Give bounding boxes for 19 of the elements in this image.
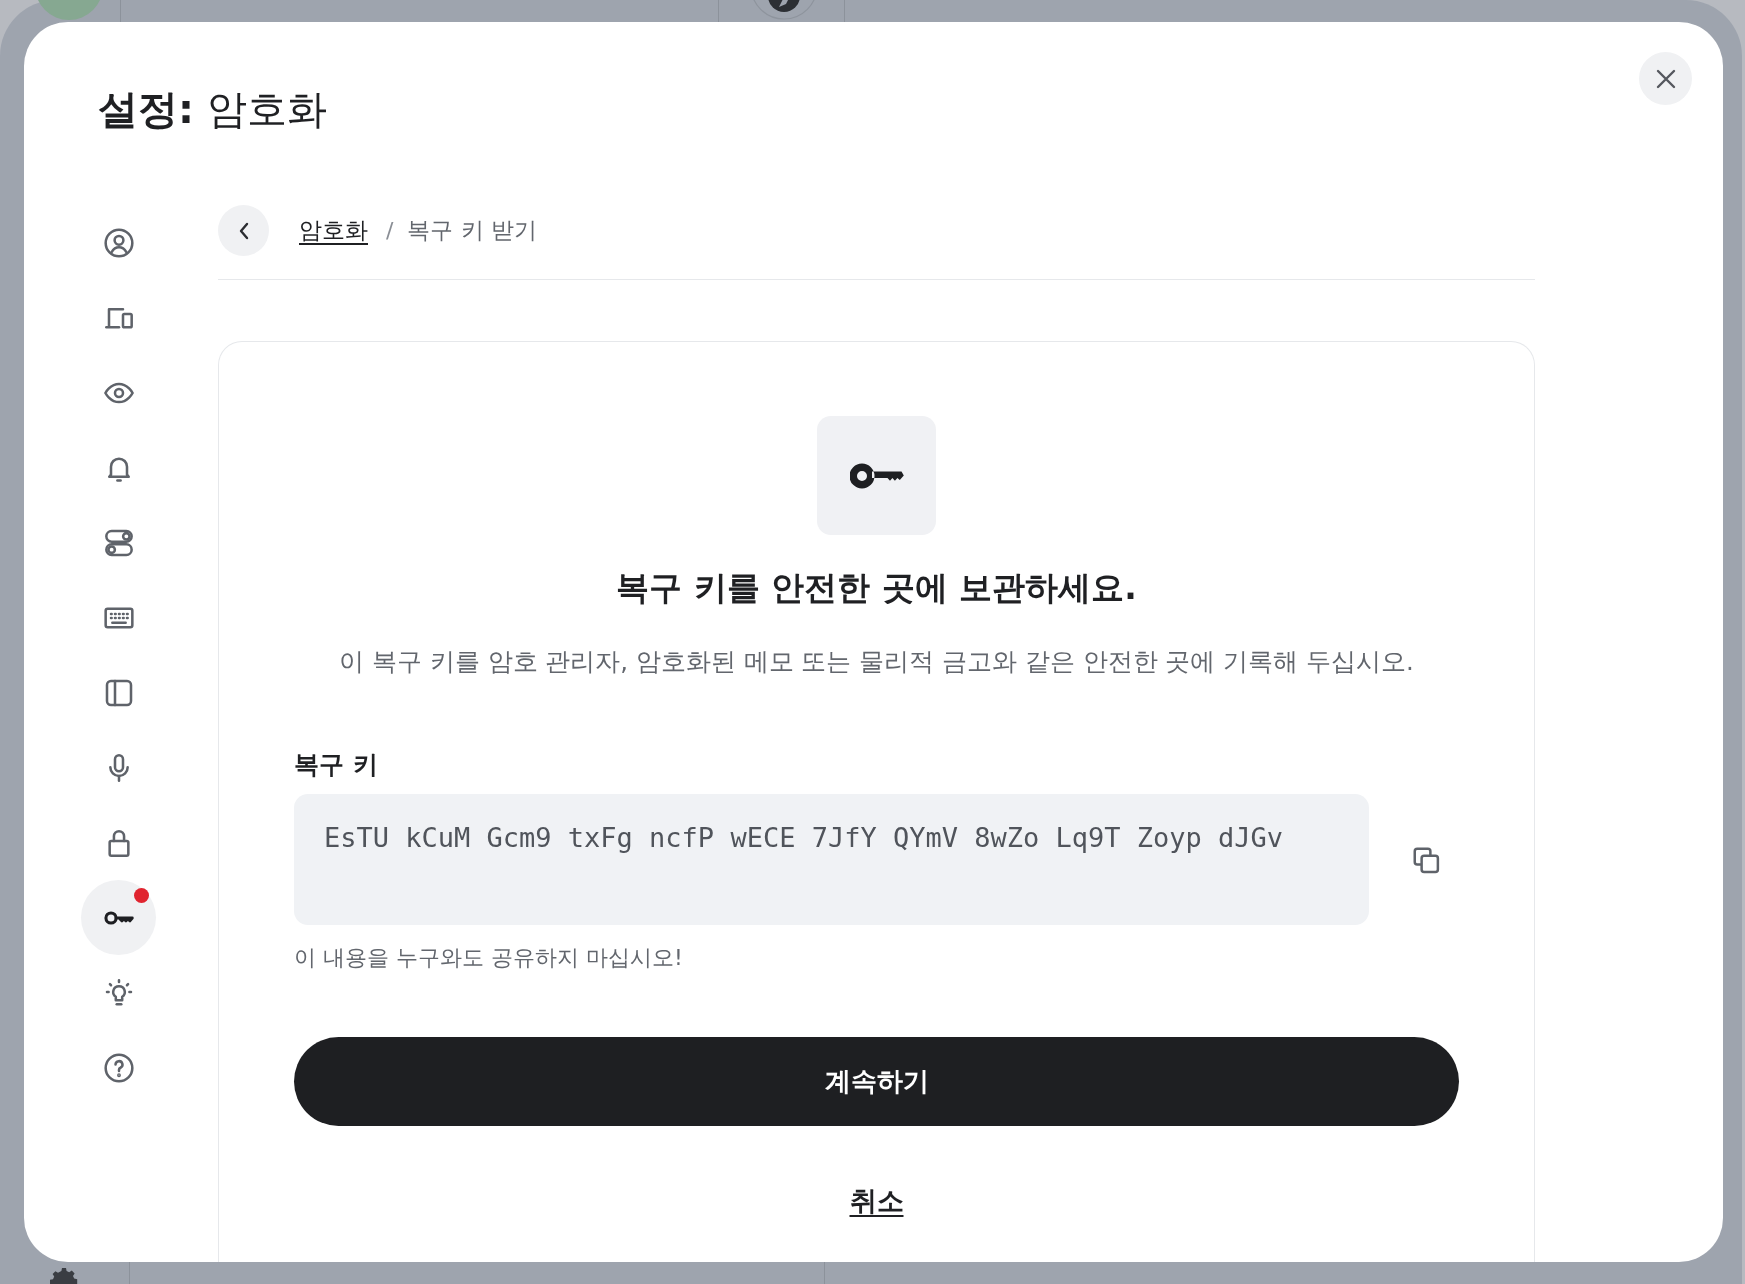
help-icon [102,1051,135,1084]
close-button[interactable] [1639,52,1692,105]
close-icon [1654,67,1677,90]
breadcrumb-link[interactable]: 암호화 [299,215,368,246]
continue-button[interactable]: 계속하기 [294,1037,1459,1126]
breadcrumb-current: 복구 키 받기 [407,216,538,245]
gear-icon [50,1266,78,1284]
card-description: 이 복구 키를 암호 관리자, 암호화된 메모 또는 물리적 금고와 같은 안전한 곳에 기록해 두십시오. [338,646,1415,678]
chevron-left-icon [237,221,250,240]
warning-text: 이 내용을 누구와도 공유하지 마십시오! [294,944,683,972]
breadcrumb-separator: / [386,218,394,243]
field-label: 복구 키 [294,749,378,781]
avatar-icon [35,0,103,20]
user-circle-icon [102,226,135,259]
card-heading: 복구 키를 안전한 곳에 보관하세요. [616,567,1137,609]
dialog-title: 설정: 암호화 [98,85,327,134]
key-icon [817,416,936,535]
recovery-key-field[interactable]: EsTU kCuM Gcm9 txFg ncfP wECE 7JfY QYmV 8wZo Lq9T Zoyp dJGv [294,794,1369,925]
cancel-link[interactable]: 취소 [849,1184,904,1218]
